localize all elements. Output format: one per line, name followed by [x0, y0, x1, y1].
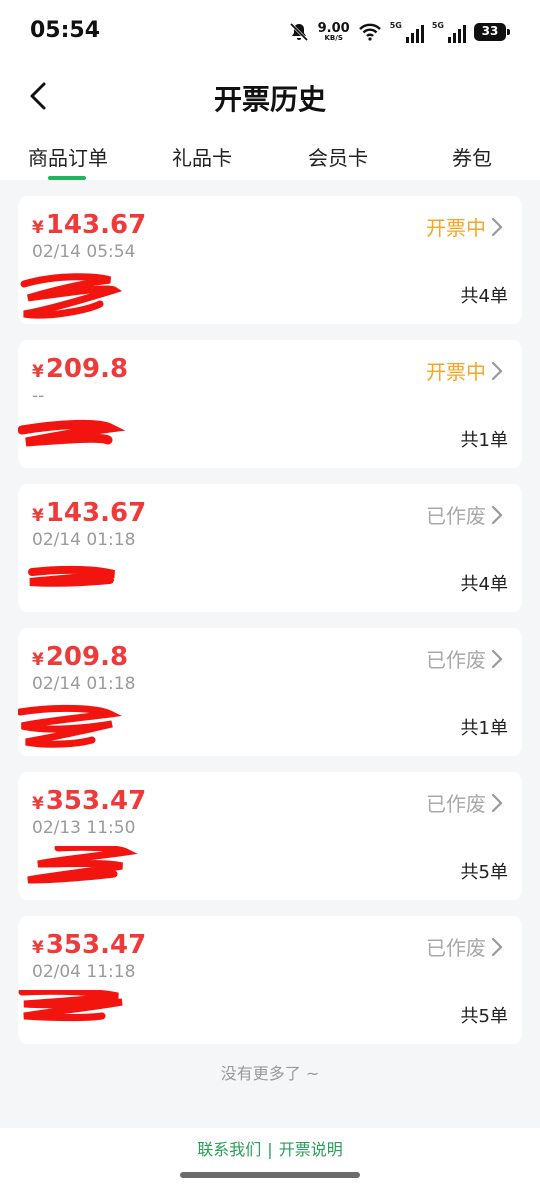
tab-gift-card[interactable]: 礼品卡	[172, 142, 232, 171]
redaction-scribble	[18, 990, 123, 1021]
invoice-date: 02/14 01:18	[32, 674, 136, 694]
status-time: 05:54	[30, 18, 101, 43]
order-count: 共1单	[460, 718, 508, 739]
footer-separator: |	[267, 1140, 273, 1159]
invoice-date: --	[32, 386, 45, 406]
invoice-amount: ¥209.8	[32, 354, 129, 384]
header: 开票历史	[0, 62, 540, 132]
chevron-right-icon	[491, 649, 503, 668]
order-count: 共5单	[460, 862, 508, 883]
chevron-right-icon	[491, 505, 503, 524]
invoice-card[interactable]: ¥209.8 02/14 01:18 已作废 共1单	[18, 628, 522, 756]
invoice-amount: ¥143.67	[32, 210, 147, 240]
home-indicator[interactable]	[180, 1172, 360, 1178]
tab-goods-orders[interactable]: 商品订单	[28, 142, 108, 171]
invoice-amount: ¥143.67	[32, 498, 147, 528]
footer: 联系我们 | 开票说明	[0, 1128, 540, 1188]
invoice-status[interactable]: 已作废	[426, 500, 504, 529]
invoice-card[interactable]: ¥353.47 02/13 11:50 已作废 共5单	[18, 772, 522, 900]
tab-bar: 商品订单 礼品卡 会员卡 券包	[0, 138, 540, 180]
redaction-scribble	[20, 273, 123, 319]
order-count: 共1单	[460, 430, 508, 451]
redaction-scribble	[18, 419, 126, 447]
order-count: 共4单	[460, 286, 508, 307]
invoice-status[interactable]: 已作废	[426, 644, 504, 673]
invoice-status[interactable]: 开票中	[426, 356, 504, 385]
chevron-right-icon	[491, 361, 503, 380]
invoice-status[interactable]: 已作废	[426, 932, 504, 961]
wifi-icon	[358, 23, 381, 41]
redaction-scribble	[27, 846, 138, 884]
redaction-scribble	[28, 565, 115, 587]
invoice-date: 02/14 01:18	[32, 530, 136, 550]
chevron-right-icon	[491, 937, 503, 956]
invoice-date: 02/13 11:50	[32, 818, 136, 838]
invoice-card[interactable]: ¥143.67 02/14 05:54 开票中 共4单	[18, 196, 522, 324]
tab-coupon-pack[interactable]: 券包	[452, 142, 492, 171]
invoice-amount: ¥209.8	[32, 642, 129, 672]
invoice-status[interactable]: 已作废	[426, 788, 504, 817]
status-icons: 9.00 KB/S 5G 5G 33	[288, 18, 510, 46]
signal-icon-2: 5G	[432, 21, 466, 43]
contact-us-link[interactable]: 联系我们	[197, 1140, 261, 1159]
mute-bell-icon	[289, 22, 308, 42]
order-count: 共4单	[460, 574, 508, 595]
invoice-card[interactable]: ¥209.8 -- 开票中 共1单	[18, 340, 522, 468]
invoice-date: 02/04 11:18	[32, 962, 136, 982]
invoice-explain-link[interactable]: 开票说明	[279, 1140, 343, 1159]
chevron-right-icon	[491, 217, 503, 236]
invoice-card[interactable]: ¥143.67 02/14 01:18 已作废 共4单	[18, 484, 522, 612]
invoice-status[interactable]: 开票中	[426, 212, 504, 241]
invoice-amount: ¥353.47	[32, 930, 147, 960]
chevron-right-icon	[491, 793, 503, 812]
status-bar: 05:54 9.00 KB/S 5G 5G 33	[0, 0, 540, 62]
footer-links: 联系我们 | 开票说明	[0, 1136, 540, 1160]
signal-icon: 5G	[390, 21, 424, 43]
active-tab-indicator	[48, 176, 86, 180]
order-count: 共5单	[460, 1006, 508, 1027]
redaction-scribble	[18, 704, 122, 748]
invoice-card[interactable]: ¥353.47 02/04 11:18 已作废 共5单	[18, 916, 522, 1044]
battery-icon: 33	[474, 23, 510, 41]
page-title: 开票历史	[213, 83, 326, 116]
invoice-amount: ¥353.47	[32, 786, 147, 816]
invoice-date: 02/14 05:54	[32, 242, 136, 262]
net-speed: 9.00 KB/S	[317, 21, 350, 42]
tab-member-card[interactable]: 会员卡	[308, 142, 368, 171]
no-more-hint: 没有更多了 ~	[220, 1064, 320, 1083]
